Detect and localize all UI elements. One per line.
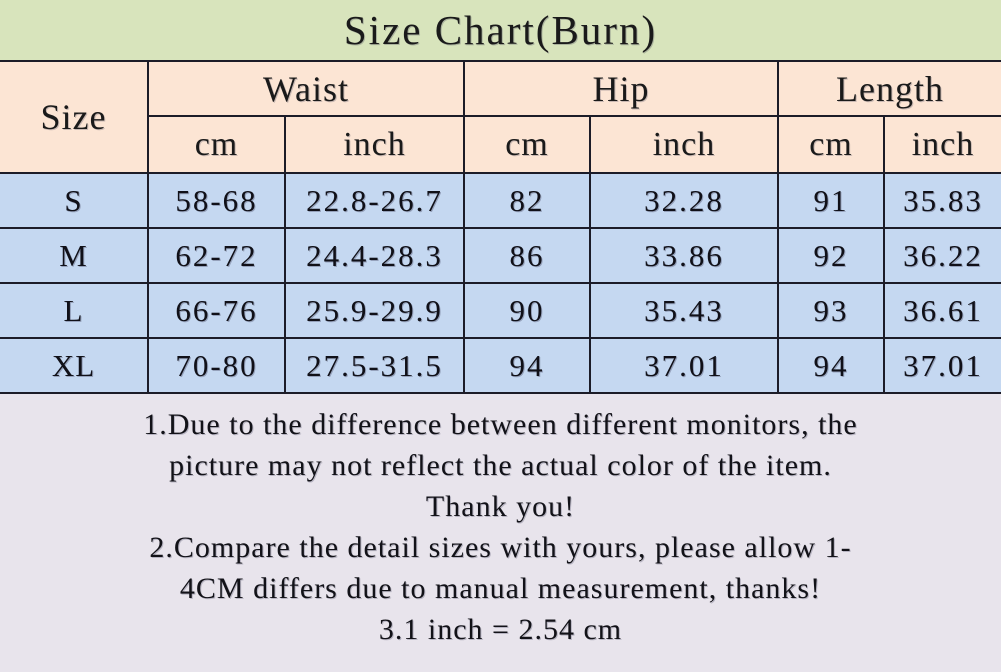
column-header-hip-cm: cm (463, 115, 591, 174)
table-row: M 62-72 24.4-28.3 86 33.86 92 36.22 (0, 227, 1001, 284)
column-header-hip-inch: inch (589, 115, 779, 174)
cell-size: M (0, 227, 149, 284)
cell-hip-inch: 37.01 (589, 337, 779, 394)
table-row: S 58-68 22.8-26.7 82 32.28 91 35.83 (0, 172, 1001, 229)
header-row-units: cm inch cm inch cm inch (0, 115, 1001, 174)
header-row-groups: Size Waist Hip Length (0, 60, 1001, 174)
cell-length-cm: 94 (777, 337, 885, 394)
cell-waist-inch: 22.8-26.7 (284, 172, 465, 229)
note-line-3: Thank you! (425, 490, 576, 523)
cell-waist-cm: 70-80 (147, 337, 286, 394)
cell-size: L (0, 282, 149, 339)
table-body: S 58-68 22.8-26.7 82 32.28 91 35.83 M 62… (0, 172, 1001, 394)
column-header-waist-cm: cm (148, 115, 286, 174)
cell-length-cm: 91 (777, 172, 885, 229)
cell-length-cm: 92 (777, 227, 885, 284)
cell-waist-inch: 24.4-28.3 (284, 227, 465, 284)
column-group-hip: Hip (463, 60, 779, 117)
cell-size: XL (0, 337, 149, 394)
cell-hip-inch: 32.28 (589, 172, 779, 229)
cell-length-inch: 37.01 (882, 337, 1001, 394)
cell-hip-inch: 33.86 (589, 227, 779, 284)
note-line-4: 2.Compare the detail sizes with yours, p… (149, 531, 852, 564)
column-group-waist: Waist (147, 60, 465, 117)
notes-section: 1.Due to the difference between differen… (0, 394, 1001, 672)
note-line-1: 1.Due to the difference between differen… (143, 408, 858, 441)
note-line-5: 4CM differs due to manual measurement, t… (179, 572, 822, 605)
cell-hip-cm: 82 (463, 172, 591, 229)
cell-length-inch: 36.22 (882, 227, 1001, 284)
cell-hip-cm: 86 (463, 227, 591, 284)
cell-length-cm: 93 (777, 282, 885, 339)
table-row: XL 70-80 27.5-31.5 94 37.01 94 37.01 (0, 337, 1001, 394)
note-line-2: picture may not reflect the actual color… (169, 449, 832, 482)
cell-length-inch: 35.83 (882, 172, 1001, 229)
cell-hip-cm: 90 (463, 282, 591, 339)
column-header-waist-inch: inch (284, 115, 465, 174)
column-header-length-inch: inch (882, 115, 1001, 174)
cell-hip-inch: 35.43 (589, 282, 779, 339)
table-head: Size Waist Hip Length cm inch cm inch cm… (0, 60, 1001, 174)
note-line-6: 3.1 inch = 2.54 cm (378, 613, 623, 646)
size-chart-root: Size Chart(Burn) Size Waist Hip Length c… (0, 0, 1001, 672)
cell-waist-cm: 66-76 (147, 282, 286, 339)
column-header-size: Size (0, 60, 149, 174)
cell-length-inch: 36.61 (882, 282, 1001, 339)
chart-title-banner: Size Chart(Burn) (0, 0, 1001, 60)
page-title: Size Chart(Burn) (343, 6, 658, 53)
table-row: L 66-76 25.9-29.9 90 35.43 93 36.61 (0, 282, 1001, 339)
cell-waist-inch: 25.9-29.9 (284, 282, 465, 339)
column-group-length: Length (776, 60, 1001, 117)
cell-waist-cm: 58-68 (147, 172, 286, 229)
column-header-length-cm: cm (777, 115, 885, 174)
cell-hip-cm: 94 (463, 337, 591, 394)
size-chart-table: Size Waist Hip Length cm inch cm inch cm… (0, 60, 1001, 394)
cell-size: S (0, 172, 149, 229)
cell-waist-inch: 27.5-31.5 (284, 337, 465, 394)
cell-waist-cm: 62-72 (147, 227, 286, 284)
